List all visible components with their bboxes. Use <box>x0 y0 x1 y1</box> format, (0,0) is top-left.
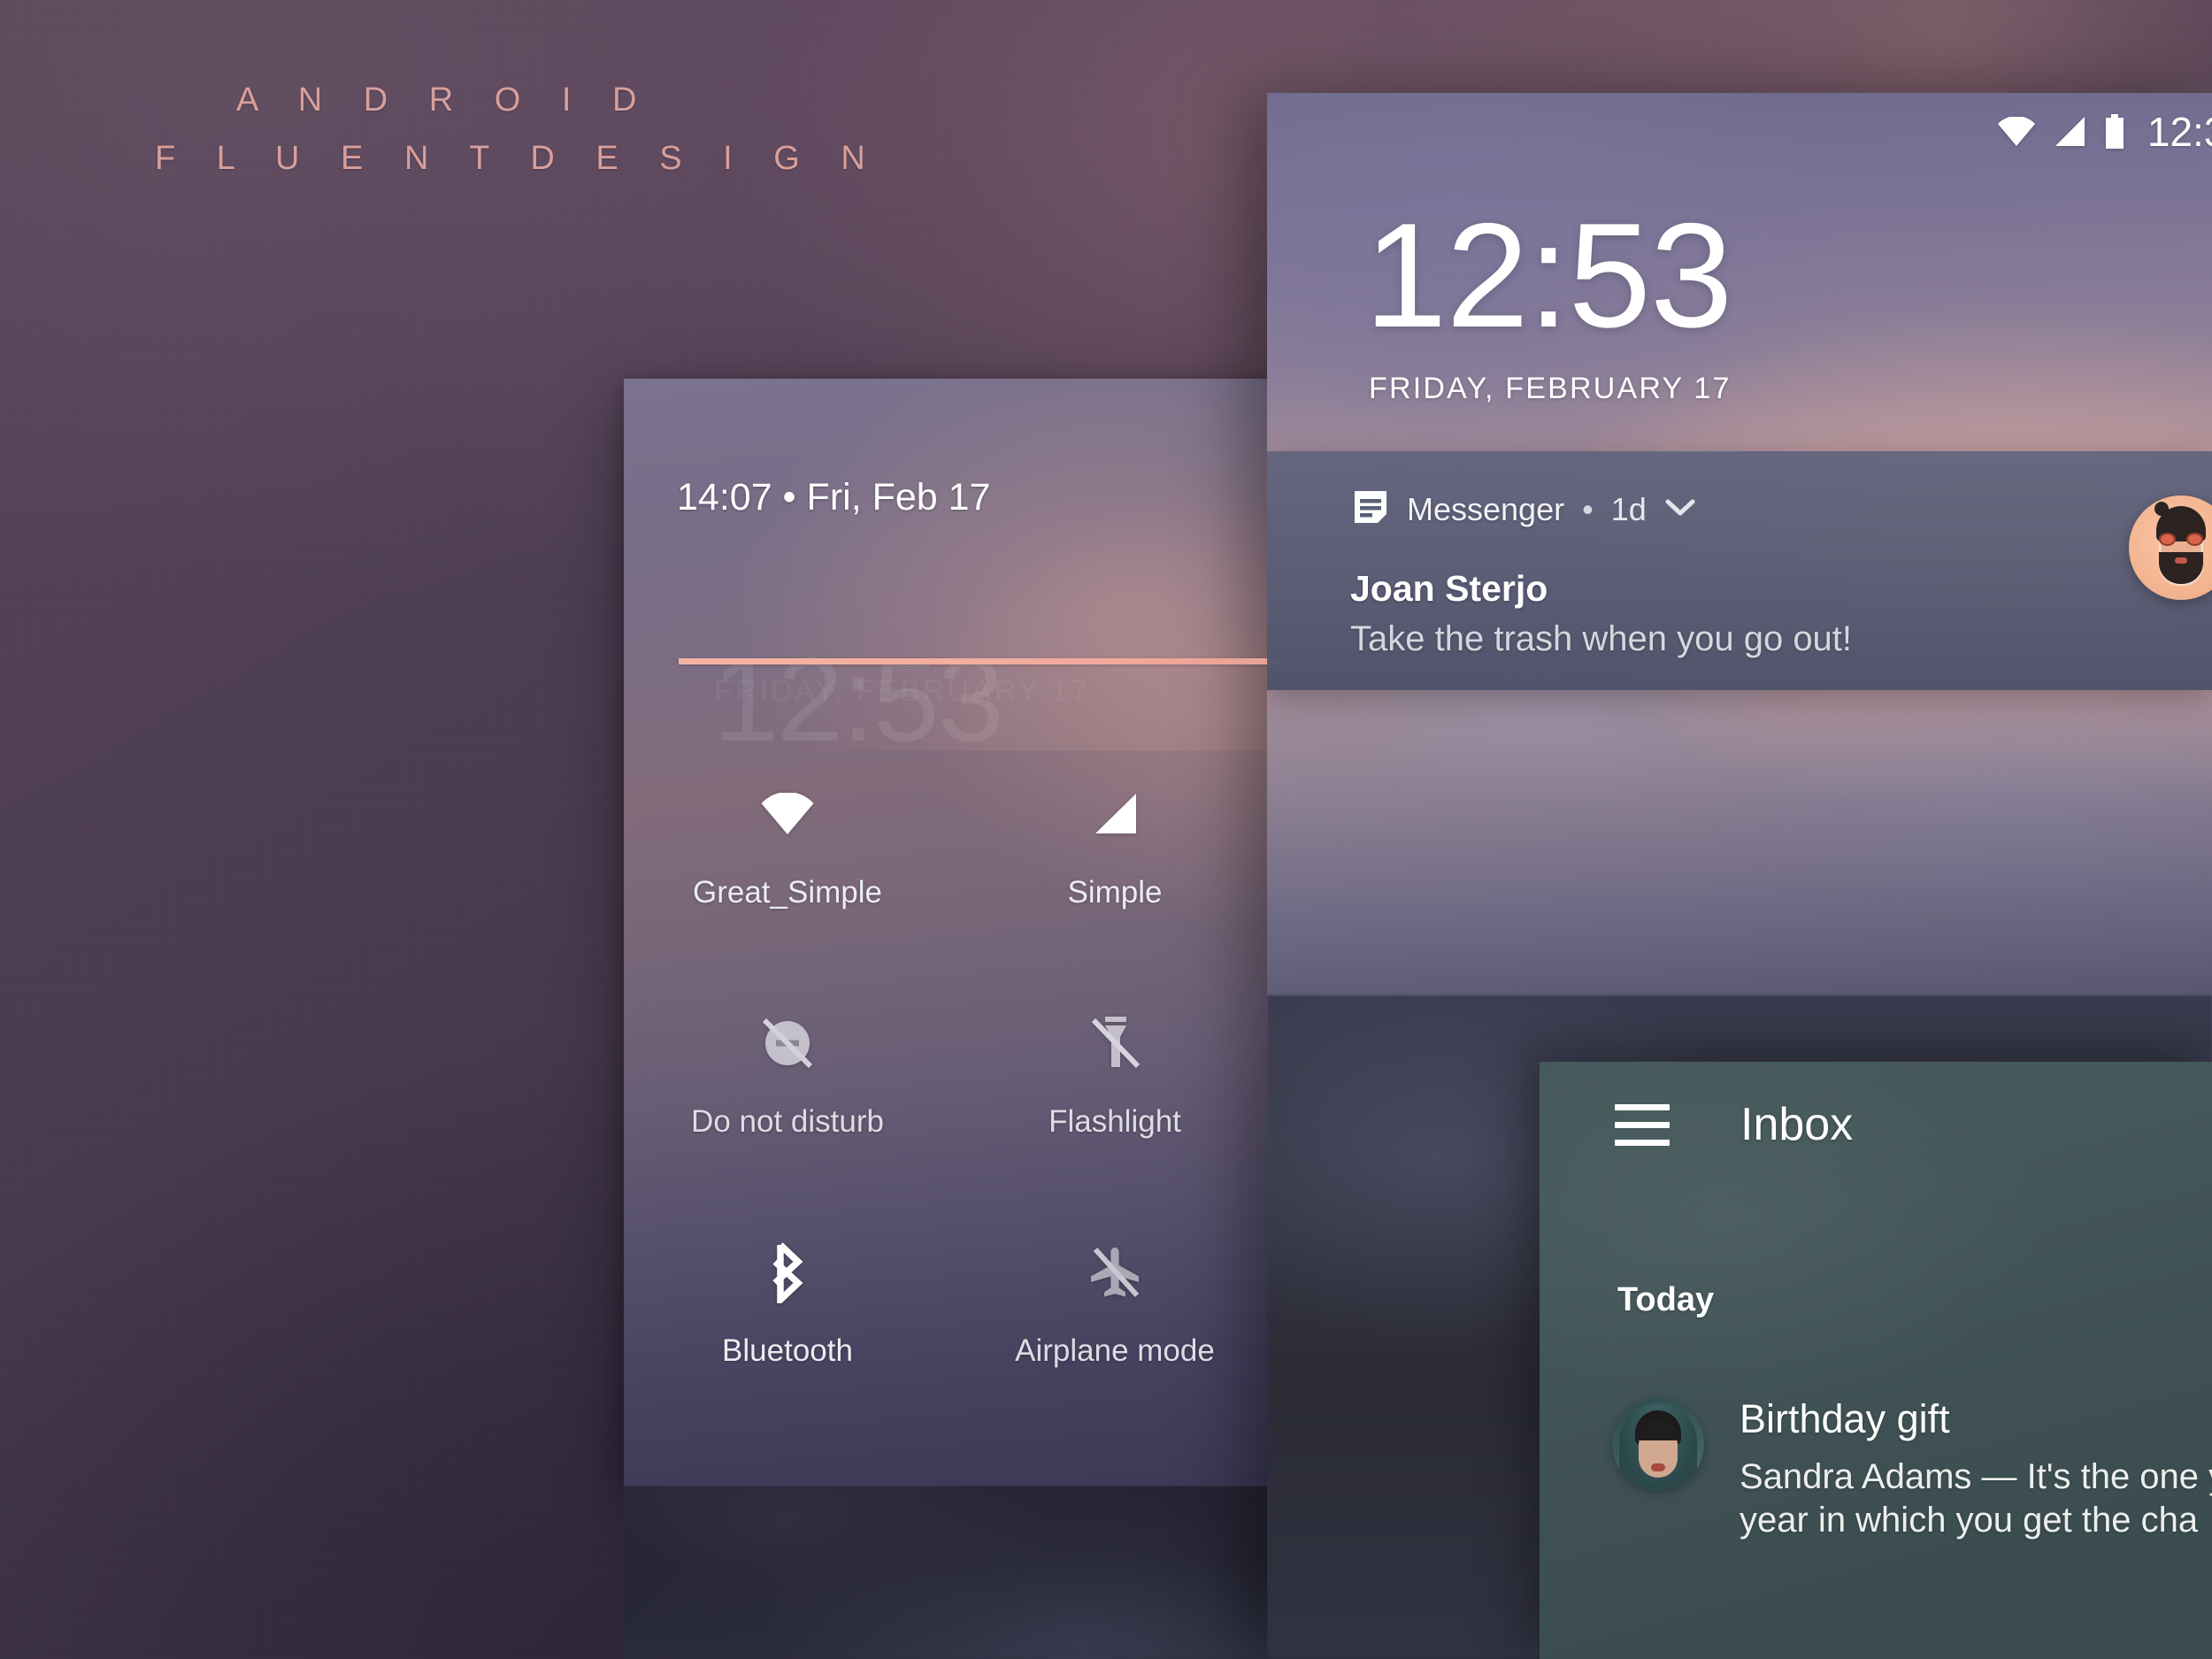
notification-card[interactable]: Messenger • 1d Joan Sterjo Take the tras… <box>1267 451 2212 690</box>
lockscreen-date: FRIDAY, FEBRUARY 17 <box>1369 372 1732 405</box>
status-bar-clock: 12:30 <box>2147 109 2212 155</box>
title-line-1: A N D R O I D <box>236 81 653 119</box>
poster-canvas: A N D R O I D F L U E N T D E S I G N 14… <box>0 0 2212 1659</box>
status-bar: 12:30 <box>1267 93 2212 171</box>
do-not-disturb-off-icon <box>752 1008 823 1079</box>
qs-tile-bluetooth[interactable]: Bluetooth <box>624 1237 951 1369</box>
avatar <box>1612 1398 1704 1490</box>
notification-message: Take the trash when you go out! <box>1350 619 1853 658</box>
messenger-app-icon <box>1352 488 1389 530</box>
airplane-mode-off-icon <box>1079 1237 1150 1308</box>
list-item[interactable]: Birthday gift Sandra Adams — It's the on… <box>1540 1398 2212 1542</box>
battery-full-icon <box>2103 114 2126 150</box>
cellular-signal-icon <box>2052 116 2087 148</box>
mail-snippet: Sandra Adams — It's the one y year in wh… <box>1740 1455 2212 1542</box>
qs-tile-do-not-disturb[interactable]: Do not disturb <box>624 1008 951 1140</box>
quick-settings-ghost-date: FRIDAY, FEBRUARY 17 <box>714 674 1090 708</box>
qs-tile-label: Simple <box>1067 875 1163 910</box>
inbox-app-bar: Inbox <box>1540 1062 2212 1187</box>
bluetooth-icon <box>752 1237 823 1308</box>
wallpaper-strip-below-panel <box>624 1486 1279 1659</box>
mail-snippet-line-1: Sandra Adams — It's the one y <box>1740 1457 2212 1497</box>
qs-tile-label: Airplane mode <box>1015 1333 1215 1368</box>
cellular-signal-icon <box>1079 779 1150 849</box>
avatar <box>2129 495 2212 600</box>
notification-header: Messenger • 1d <box>1352 488 1696 530</box>
wifi-icon <box>752 779 823 849</box>
notification-app-name: Messenger <box>1407 490 1565 527</box>
poster-title: A N D R O I D F L U E N T D E S I G N <box>155 83 951 175</box>
notification-timestamp: 1d <box>1610 490 1647 527</box>
qs-tile-label: Bluetooth <box>722 1333 853 1368</box>
lockscreen-clock: 12:53 <box>1364 192 1732 358</box>
qs-tile-flashlight[interactable]: Flashlight <box>951 1008 1279 1140</box>
quick-settings-panel[interactable]: 14:07 • Fri, Feb 17 12:53 FRIDAY, FEBRUA… <box>624 379 1279 1486</box>
qs-tile-cellular[interactable]: Simple <box>951 779 1279 910</box>
qs-tile-wifi[interactable]: Great_Simple <box>624 779 951 910</box>
hamburger-menu-icon[interactable] <box>1615 1103 1670 1146</box>
qs-tile-airplane-mode[interactable]: Airplane mode <box>951 1237 1279 1369</box>
inbox-section-label: Today <box>1617 1281 1715 1318</box>
mail-subject: Birthday gift <box>1740 1396 1950 1441</box>
wifi-icon <box>1997 117 2036 147</box>
mail-text-block: Birthday gift Sandra Adams — It's the on… <box>1740 1398 2212 1542</box>
quick-settings-accent-divider <box>679 658 1279 664</box>
quick-settings-tile-grid: Great_Simple Simple Do not disturb Flash… <box>624 779 1279 1369</box>
inbox-title: Inbox <box>1740 1099 1854 1150</box>
chevron-down-icon[interactable] <box>1664 496 1696 522</box>
quick-settings-header-time: 14:07 • Fri, Feb 17 <box>677 476 991 518</box>
inbox-card[interactable]: Inbox Today Birthday gift Sandra Adams —… <box>1540 1062 2212 1659</box>
qs-tile-label: Do not disturb <box>691 1104 884 1139</box>
flashlight-off-icon <box>1079 1008 1150 1079</box>
qs-tile-label: Great_Simple <box>693 875 882 910</box>
notification-separator: • <box>1582 490 1594 527</box>
qs-tile-label: Flashlight <box>1048 1104 1181 1139</box>
title-line-2: F L U E N T D E S I G N <box>155 140 881 177</box>
mail-snippet-line-2: year in which you get the cha <box>1740 1501 2199 1540</box>
notification-sender: Joan Sterjo <box>1350 568 1548 609</box>
